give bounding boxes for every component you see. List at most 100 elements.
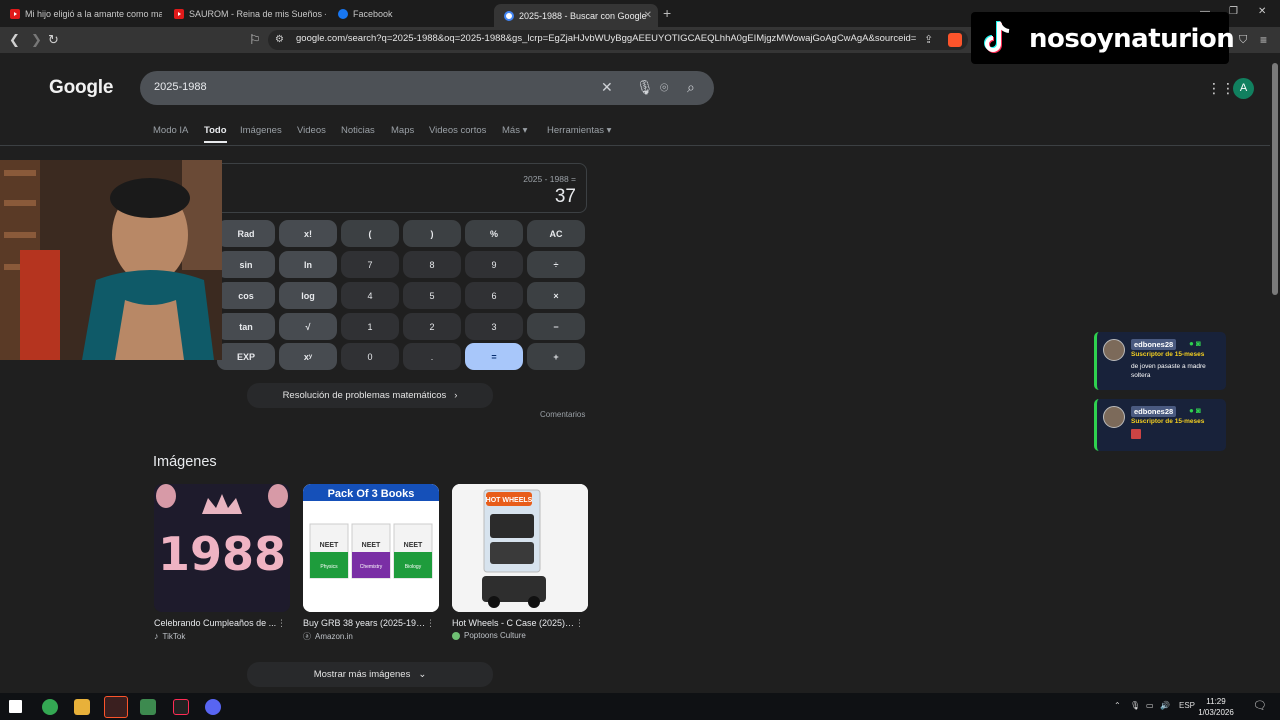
search-bar[interactable]: 2025-1988 ✕ 🎙 ⌾ ⌕ bbox=[140, 71, 714, 105]
calc-key[interactable]: 8 bbox=[403, 251, 461, 278]
windows-start-icon[interactable] bbox=[9, 700, 22, 713]
calc-key[interactable]: 9 bbox=[465, 251, 523, 278]
calc-key[interactable]: xʸ bbox=[279, 343, 337, 370]
clock[interactable]: 11:29 1/03/2026 bbox=[1198, 696, 1234, 718]
calc-key[interactable]: = bbox=[465, 343, 523, 370]
image-source[interactable]: ⓐ Amazon.in bbox=[303, 631, 439, 642]
tab-videos[interactable]: Videos bbox=[297, 125, 326, 136]
image-thumbnail[interactable]: 1988 bbox=[154, 484, 290, 612]
calc-key[interactable]: log bbox=[279, 282, 337, 309]
show-more-images-button[interactable]: Mostrar más imágenes ⌄ bbox=[247, 662, 493, 687]
calc-key[interactable]: 6 bbox=[465, 282, 523, 309]
calc-key[interactable]: 2 bbox=[403, 313, 461, 340]
images-heading[interactable]: Imágenes bbox=[153, 454, 217, 470]
calc-key[interactable]: 5 bbox=[403, 282, 461, 309]
show-hidden-icons-icon[interactable]: ⌃ bbox=[1114, 701, 1121, 710]
app-icon[interactable] bbox=[140, 699, 156, 715]
chrome-icon[interactable] bbox=[42, 699, 58, 715]
site-info-icon[interactable]: ⚙ bbox=[275, 32, 284, 48]
tab-youtube-2[interactable]: SAUROM - Reina de mis Sueños - Yo bbox=[164, 4, 326, 23]
calc-key[interactable]: × bbox=[527, 282, 585, 309]
reload-icon[interactable]: ↻ bbox=[48, 32, 59, 48]
calc-key[interactable]: 4 bbox=[341, 282, 399, 309]
image-result[interactable]: 1988 Celebrando Cumpleaños de ... ♪ TikTo… bbox=[154, 484, 290, 641]
url-text[interactable]: google.com/search?q=2025-1988&oq=2025-19… bbox=[296, 33, 916, 44]
search-input[interactable]: 2025-1988 bbox=[154, 81, 207, 93]
tab-imagenes[interactable]: Imágenes bbox=[240, 125, 282, 136]
tab-videos-cortos[interactable]: Videos cortos bbox=[429, 125, 486, 136]
calc-key[interactable]: cos bbox=[217, 282, 275, 309]
calc-key[interactable]: − bbox=[527, 313, 585, 340]
math-solver-button[interactable]: Resolución de problemas matemáticos › bbox=[247, 383, 493, 408]
calc-key[interactable]: 1 bbox=[341, 313, 399, 340]
calc-key[interactable]: ) bbox=[403, 220, 461, 247]
image-caption[interactable]: Hot Wheels - C Case (2025) -... bbox=[452, 618, 576, 628]
calc-key[interactable]: √ bbox=[279, 313, 337, 340]
search-icon[interactable]: ⌕ bbox=[687, 79, 695, 96]
image-source[interactable]: ♪ TikTok bbox=[154, 631, 290, 641]
close-window-icon[interactable]: ✕ bbox=[1258, 6, 1266, 17]
bookmark-icon[interactable]: ⚐ bbox=[249, 32, 261, 48]
calc-key[interactable]: 7 bbox=[341, 251, 399, 278]
streaming-app-icon[interactable] bbox=[205, 699, 221, 715]
new-tab-button[interactable]: + bbox=[663, 5, 671, 21]
tab-herramientas[interactable]: Herramientas ▾ bbox=[547, 125, 611, 136]
maximize-icon[interactable]: ❐ bbox=[1229, 6, 1238, 17]
calc-key[interactable]: + bbox=[527, 343, 585, 370]
scrollbar-thumb[interactable] bbox=[1272, 63, 1278, 295]
back-icon[interactable]: ❮ bbox=[9, 32, 20, 48]
calc-key[interactable]: . bbox=[403, 343, 461, 370]
calc-key[interactable]: Rad bbox=[217, 220, 275, 247]
network-icon[interactable]: ▭ bbox=[1146, 701, 1154, 710]
vpn-icon[interactable]: ⛉ bbox=[1239, 32, 1247, 48]
image-thumbnail[interactable]: Pack Of 3 Books NEET NEET NEET Physics C… bbox=[303, 484, 439, 612]
calc-key[interactable]: sin bbox=[217, 251, 275, 278]
calc-key[interactable]: 3 bbox=[465, 313, 523, 340]
avatar[interactable]: A bbox=[1233, 78, 1254, 99]
apps-grid-icon[interactable]: ⋮⋮ bbox=[1207, 80, 1235, 97]
more-options-icon[interactable]: ⋮ bbox=[575, 618, 584, 629]
more-options-icon[interactable]: ⋮ bbox=[426, 618, 435, 629]
language-indicator[interactable]: ESP bbox=[1179, 701, 1195, 710]
image-result[interactable]: Pack Of 3 Books NEET NEET NEET Physics C… bbox=[303, 484, 439, 642]
brave-taskbar-icon[interactable] bbox=[104, 696, 128, 718]
clear-icon[interactable]: ✕ bbox=[601, 79, 613, 96]
page-scrollbar[interactable] bbox=[1271, 55, 1279, 695]
calc-key[interactable]: ( bbox=[341, 220, 399, 247]
tab-google-search[interactable]: 2025-1988 - Buscar con Google ✕ bbox=[494, 4, 658, 27]
image-caption[interactable]: Buy GRB 38 years (2025-198... bbox=[303, 618, 427, 628]
share-icon[interactable]: ⇪ bbox=[924, 32, 933, 48]
brave-shields-icon[interactable] bbox=[948, 33, 962, 47]
more-options-icon[interactable]: ⋮ bbox=[277, 618, 286, 629]
calc-key[interactable]: EXP bbox=[217, 343, 275, 370]
microphone-tray-icon[interactable]: 🎙 bbox=[1130, 701, 1140, 710]
calc-key[interactable]: ÷ bbox=[527, 251, 585, 278]
tab-modo-ia[interactable]: Modo IA bbox=[153, 125, 188, 136]
tiktok-live-icon[interactable] bbox=[173, 699, 189, 715]
tab-mas[interactable]: Más ▾ bbox=[502, 125, 527, 136]
calc-key[interactable]: % bbox=[465, 220, 523, 247]
microphone-icon[interactable]: 🎙 bbox=[636, 79, 654, 96]
tab-facebook[interactable]: Facebook bbox=[328, 4, 490, 23]
calc-key[interactable]: AC bbox=[527, 220, 585, 247]
lens-icon[interactable]: ⌾ bbox=[660, 79, 668, 96]
file-explorer-icon[interactable] bbox=[74, 699, 90, 715]
image-result[interactable]: HOT WHEELS Hot Wheels - C Case (2025) -.… bbox=[452, 484, 588, 640]
notifications-icon[interactable]: 🗨 bbox=[1253, 699, 1267, 712]
tab-todo[interactable]: Todo bbox=[204, 125, 227, 143]
feedback-link[interactable]: Comentarios bbox=[540, 410, 585, 419]
tab-noticias[interactable]: Noticias bbox=[341, 125, 375, 136]
image-thumbnail[interactable]: HOT WHEELS bbox=[452, 484, 588, 612]
calc-key[interactable]: tan bbox=[217, 313, 275, 340]
close-tab-icon[interactable]: ✕ bbox=[644, 10, 652, 21]
calc-key[interactable]: 0 bbox=[341, 343, 399, 370]
calc-key[interactable]: ln bbox=[279, 251, 337, 278]
volume-icon[interactable]: 🔊 bbox=[1160, 701, 1170, 710]
tab-maps[interactable]: Maps bbox=[391, 125, 414, 136]
tab-youtube-1[interactable]: Mi hijo eligió a la amante como mad bbox=[0, 4, 162, 23]
menu-icon[interactable]: ≡ bbox=[1260, 32, 1267, 48]
calc-key[interactable]: x! bbox=[279, 220, 337, 247]
forward-icon[interactable]: ❯ bbox=[31, 32, 42, 48]
google-logo[interactable]: Google bbox=[49, 77, 113, 99]
image-source[interactable]: Poptoons Culture bbox=[452, 631, 588, 640]
